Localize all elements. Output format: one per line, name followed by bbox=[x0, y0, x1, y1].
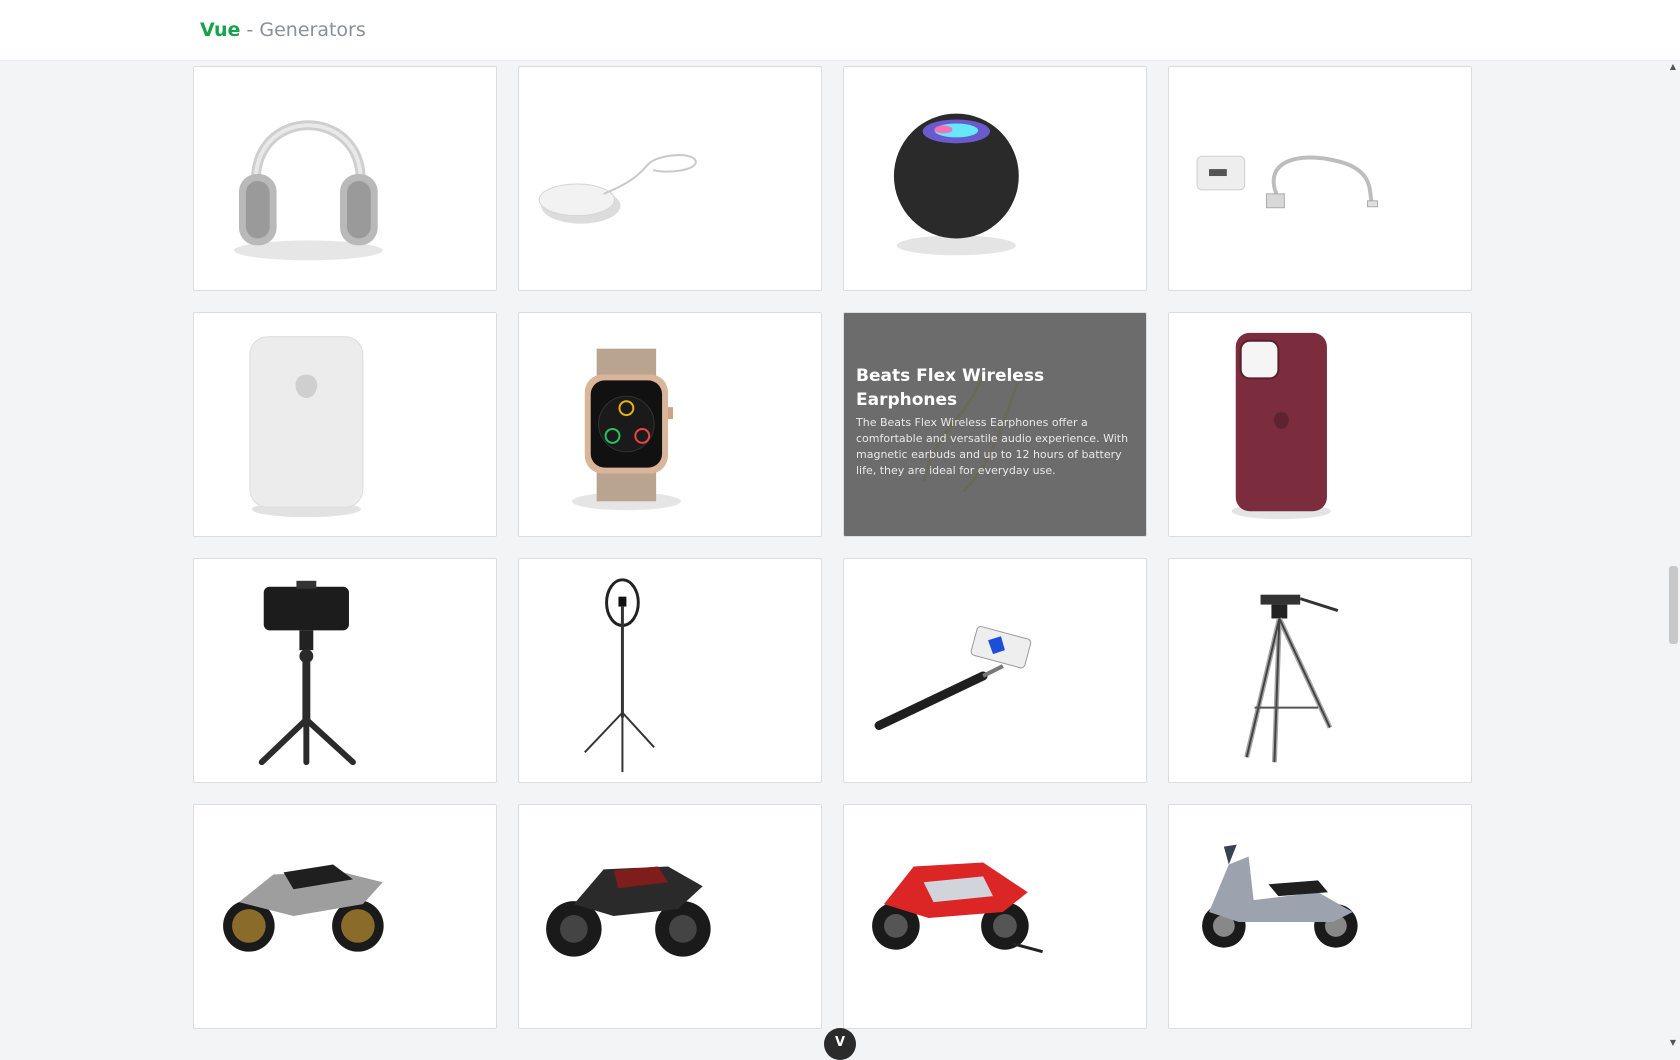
brand-name: Vue bbox=[200, 19, 241, 41]
scroll-down-button[interactable]: V bbox=[824, 1028, 856, 1060]
brand-subtitle: - Generators bbox=[240, 19, 366, 41]
sport-motorcycle-icon bbox=[223, 864, 384, 952]
phone-tripod-icon bbox=[258, 580, 356, 766]
product-card[interactable] bbox=[843, 558, 1147, 783]
product-card[interactable]: Beats Flex Wireless Earphones The Beats … bbox=[843, 312, 1147, 537]
product-overlay: Beats Flex Wireless Earphones The Beats … bbox=[844, 313, 1146, 536]
product-card[interactable] bbox=[193, 558, 497, 783]
product-card[interactable] bbox=[518, 66, 822, 291]
product-card[interactable] bbox=[1168, 558, 1472, 783]
product-card[interactable] bbox=[1168, 66, 1472, 291]
phone-case-icon bbox=[1231, 332, 1331, 520]
scooter-icon bbox=[1202, 844, 1358, 948]
smart-speaker-icon bbox=[893, 113, 1019, 256]
product-title: Beats Flex Wireless Earphones bbox=[856, 366, 1045, 410]
scroll-down-icon[interactable]: ▼ bbox=[1668, 1038, 1678, 1048]
product-card[interactable] bbox=[1168, 312, 1472, 537]
product-card[interactable] bbox=[193, 804, 497, 1029]
chevron-down-icon: V bbox=[834, 1035, 846, 1050]
scrollbar-thumb[interactable] bbox=[1669, 566, 1678, 644]
product-card[interactable] bbox=[193, 312, 497, 537]
racing-motorcycle-icon bbox=[872, 862, 1043, 954]
selfie-stick-icon bbox=[874, 626, 1032, 730]
vertical-scrollbar[interactable]: ▲ ▼ bbox=[1666, 60, 1680, 1050]
usb-charger-cable-icon bbox=[1196, 155, 1378, 209]
camera-tripod-icon bbox=[1244, 594, 1339, 763]
wireless-charger-icon bbox=[538, 154, 697, 224]
scroll-up-icon[interactable]: ▲ bbox=[1668, 62, 1678, 72]
naked-motorcycle-icon bbox=[546, 866, 711, 957]
product-card[interactable] bbox=[518, 558, 822, 783]
headphones-icon bbox=[233, 120, 383, 261]
app-brand[interactable]: Vue - Generators bbox=[200, 17, 366, 43]
product-description: The Beats Flex Wireless Earphones offer … bbox=[856, 416, 1129, 477]
smartwatch-icon bbox=[571, 348, 681, 511]
product-card[interactable] bbox=[843, 66, 1147, 291]
battery-pack-icon bbox=[249, 336, 364, 518]
top-navbar: Vue - Generators bbox=[0, 0, 1680, 61]
product-card[interactable] bbox=[1168, 804, 1472, 1029]
product-card[interactable] bbox=[518, 312, 822, 537]
ring-light-icon bbox=[584, 578, 655, 773]
product-grid: Beats Flex Wireless Earphones The Beats … bbox=[193, 66, 1472, 1029]
product-card[interactable] bbox=[518, 804, 822, 1029]
product-card[interactable] bbox=[843, 804, 1147, 1029]
product-card[interactable] bbox=[193, 66, 497, 291]
